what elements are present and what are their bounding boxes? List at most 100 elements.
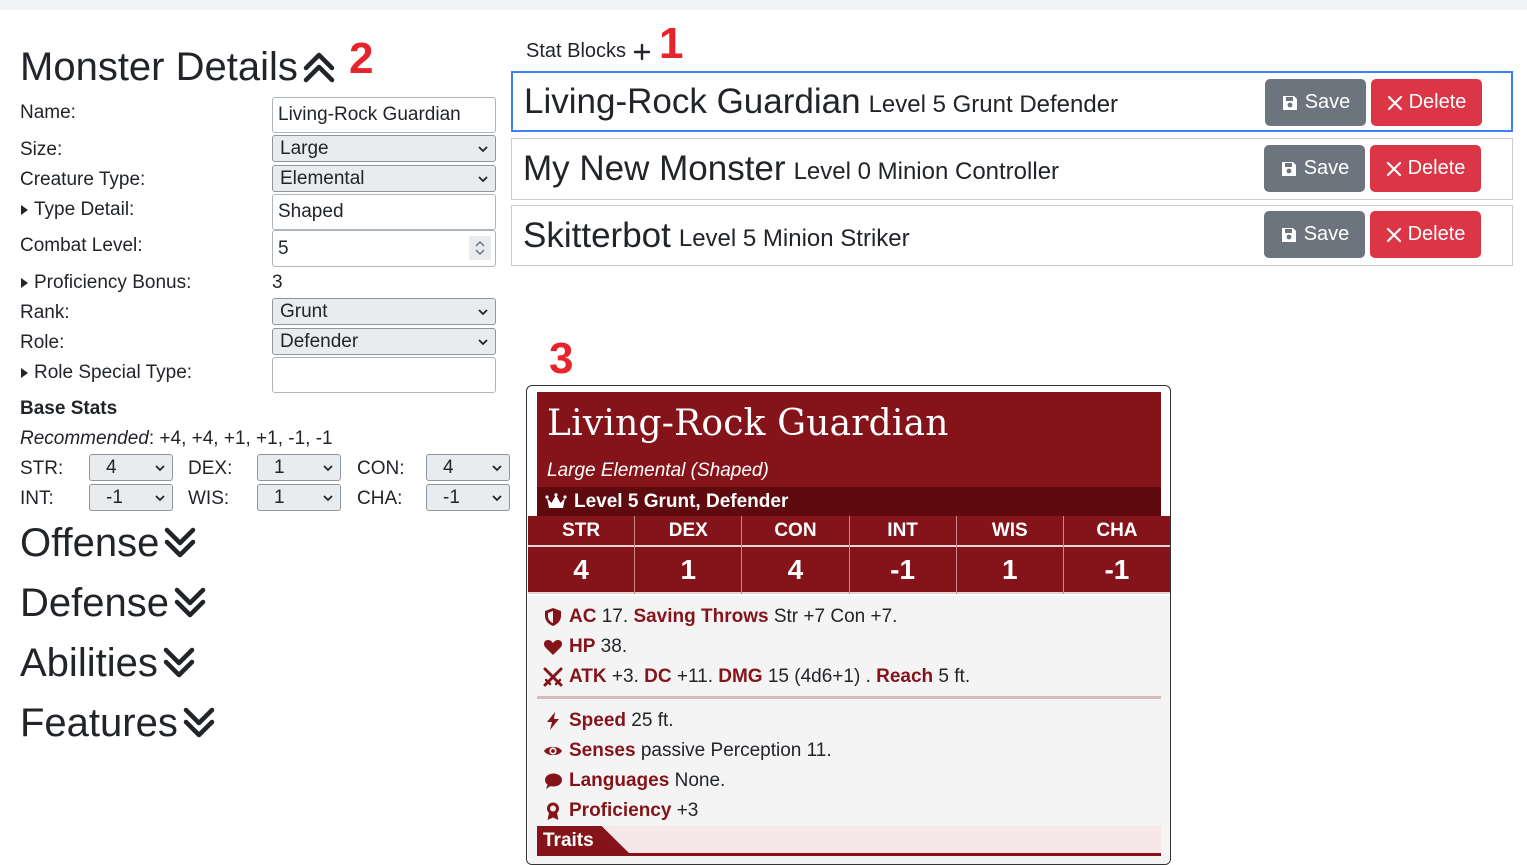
ability-value: -1 [1063, 547, 1170, 594]
senses-label: Senses [569, 740, 636, 761]
size-select[interactable]: Large [272, 135, 496, 162]
chevron-down-icon [323, 464, 333, 471]
name-field[interactable]: Living-Rock Guardian [272, 97, 496, 133]
hp-value: 38. [595, 636, 628, 657]
ability-value: 1 [956, 547, 1063, 594]
section-offense-label: Offense [20, 521, 160, 565]
proficiency-bonus-value: 3 [272, 272, 283, 293]
stat-label-dex: DEX: [188, 458, 233, 479]
role-special-toggle[interactable]: Role Special Type: [20, 362, 192, 384]
ability-header: STR [528, 516, 635, 547]
chevron-double-down-icon [183, 707, 215, 738]
languages-line: Languages None. [543, 770, 725, 792]
chevron-double-down-icon [165, 527, 196, 558]
type-detail-toggle[interactable]: Type Detail: [20, 199, 134, 221]
recommended-value: : +4, +4, +1, +1, -1, -1 [148, 428, 333, 449]
stat-select-int-value: -1 [106, 486, 123, 508]
type-detail-field-value: Shaped [278, 201, 344, 222]
save-button[interactable]: Save [1265, 79, 1366, 126]
atk-label: ATK [569, 666, 607, 687]
stat-select-wis-value: 1 [274, 486, 285, 508]
section-offense[interactable]: Offense [20, 520, 197, 566]
size-label: Size: [20, 139, 63, 160]
creature-type-label: Creature Type: [20, 169, 146, 190]
ability-value: -1 [849, 547, 956, 594]
type-detail-field[interactable]: Shaped [272, 194, 496, 230]
ac-value: 17. [596, 606, 634, 627]
ability-wis: WIS 1 [955, 516, 1063, 594]
stat-select-cha[interactable]: -1 [426, 484, 510, 511]
chevron-down-icon [478, 175, 488, 182]
chevron-double-up-icon [303, 52, 335, 83]
save-label: Save [1303, 223, 1350, 245]
creature-type-select-value: Elemental [280, 167, 365, 189]
delete-button[interactable]: Delete [1371, 79, 1482, 126]
languages-label: Languages [569, 770, 670, 791]
languages-value: None. [669, 770, 726, 791]
role-special-field[interactable] [272, 357, 496, 393]
save-button[interactable]: Save [1264, 211, 1365, 258]
top-bar [0, 0, 1527, 10]
monster-details-header[interactable]: Monster Details [20, 42, 336, 92]
recommended-label: Recommended [20, 428, 149, 449]
stat-select-cha-value: -1 [443, 486, 460, 508]
card-body: AC 17. Saving Throws Str +7 Con +7. HP 3… [528, 596, 1170, 864]
stat-select-con-value: 4 [443, 456, 454, 478]
stat-blocks-header: Stat Blocks [526, 40, 652, 63]
ability-value: 4 [528, 547, 635, 594]
senses-line: Senses passive Perception 11. [543, 740, 832, 762]
chevron-double-down-icon [163, 647, 195, 678]
stat-select-dex[interactable]: 1 [257, 454, 341, 481]
ability-header: INT [849, 516, 956, 547]
attack-line: ATK +3. DC +11. DMG 15 (4d6+1) . Reach 5… [543, 666, 970, 688]
proficiency-line: Proficiency +3 [543, 800, 698, 822]
stat-block-item[interactable]: My New Monster Level 0 Minion Controller… [511, 138, 1513, 200]
stat-select-str-value: 4 [106, 456, 117, 478]
ability-header: DEX [635, 516, 742, 547]
ac-label: AC [569, 606, 597, 627]
card-monster-name: Living-Rock Guardian [547, 403, 949, 444]
card-level-line: Level 5 Grunt, Defender [537, 487, 1161, 516]
delete-button[interactable]: Delete [1370, 211, 1481, 258]
stat-select-str[interactable]: 4 [89, 454, 173, 481]
x-icon [1387, 95, 1402, 110]
dmg-label: DMG [718, 666, 763, 687]
shield-icon [545, 608, 561, 626]
save-button[interactable]: Save [1264, 145, 1365, 192]
chevron-down-icon [155, 494, 165, 501]
section-defense[interactable]: Defense [20, 580, 207, 626]
speed-label: Speed [569, 710, 627, 731]
stat-select-wis[interactable]: 1 [257, 484, 341, 511]
card-level-text: Level 5 Grunt, Defender [574, 490, 789, 512]
name-field-value: Living-Rock Guardian [278, 104, 461, 125]
chevron-down-icon [155, 464, 165, 471]
delete-button[interactable]: Delete [1370, 145, 1481, 192]
hp-line: HP 38. [543, 636, 627, 658]
delete-label: Delete [1408, 91, 1467, 113]
plus-icon[interactable] [632, 42, 652, 62]
stat-block-meta: Level 5 Grunt Defender [868, 90, 1119, 118]
number-spinner-icon[interactable] [469, 236, 491, 260]
creature-type-select[interactable]: Elemental [272, 165, 496, 192]
stat-block-item[interactable]: Skitterbot Level 5 Minion Striker Save D… [511, 205, 1513, 266]
stat-select-con[interactable]: 4 [426, 454, 510, 481]
stat-block-item[interactable]: Living-Rock Guardian Level 5 Grunt Defen… [511, 71, 1513, 132]
dc-label: DC [644, 666, 672, 687]
stat-select-int[interactable]: -1 [89, 484, 173, 511]
chevron-down-icon [492, 464, 502, 471]
stat-label-int: INT: [20, 488, 54, 509]
combat-level-field[interactable]: 5 [272, 230, 496, 267]
section-abilities[interactable]: Abilities [20, 640, 196, 686]
section-features[interactable]: Features [20, 700, 216, 746]
chevron-down-icon [323, 494, 333, 501]
ability-value: 1 [635, 547, 742, 594]
chevron-down-icon [478, 338, 488, 345]
ac-line: AC 17. Saving Throws Str +7 Con +7. [543, 606, 897, 628]
card-divider [537, 696, 1161, 699]
ability-header: WIS [956, 516, 1063, 547]
stat-block-meta: Level 0 Minion Controller [793, 158, 1060, 185]
proficiency-bonus-toggle[interactable]: Proficiency Bonus: [20, 272, 191, 294]
section-features-label: Features [20, 701, 178, 745]
role-select[interactable]: Defender [272, 328, 496, 355]
rank-select[interactable]: Grunt [272, 298, 496, 325]
